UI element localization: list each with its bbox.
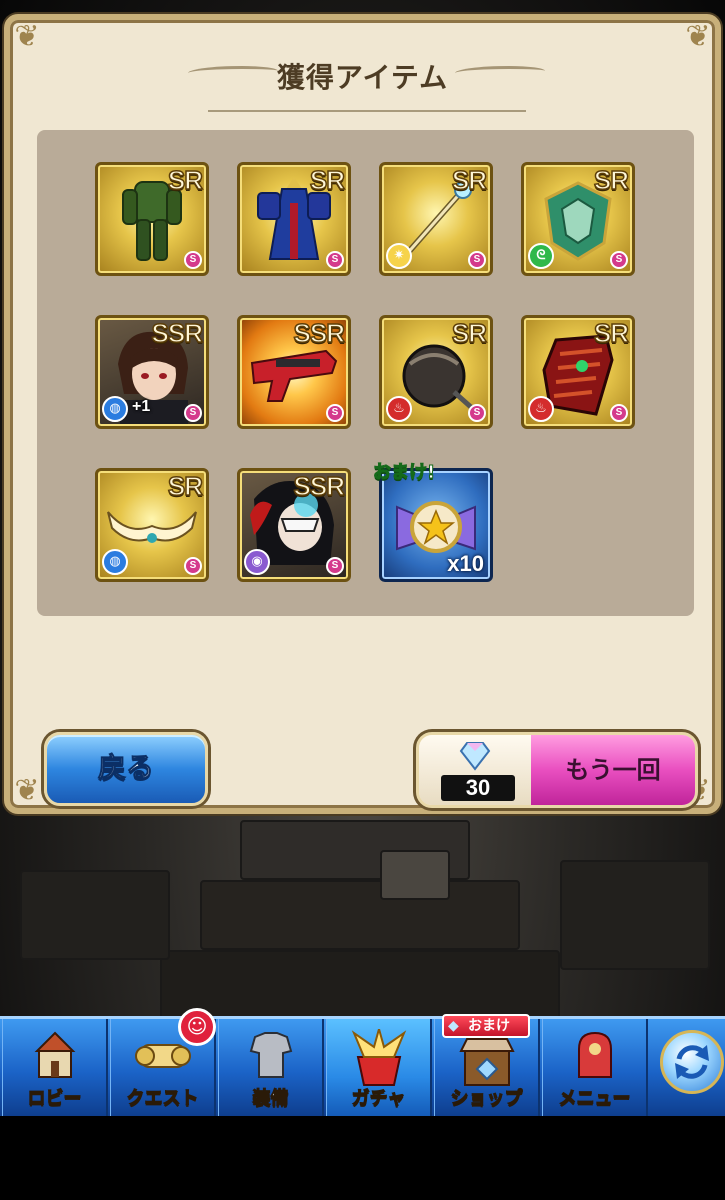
item-card[interactable]: SSR ◉ S [237, 468, 351, 582]
dark-element-icon: ◉ [244, 549, 270, 575]
gem-icon: ◆ [448, 1018, 459, 1034]
draw-again-button[interactable]: 30 もう一回 [416, 732, 698, 808]
nav-label: ガチャ [351, 1088, 406, 1110]
refresh-button[interactable] [660, 1030, 724, 1094]
armor-icon [249, 1032, 292, 1078]
s-badge: S [326, 251, 344, 269]
water-element-icon: ◍ [102, 396, 128, 422]
cost-value: 30 [465, 775, 491, 800]
shop-ribbon-label: おまけ [468, 1018, 510, 1034]
item-card[interactable]: SR ♨ S [521, 315, 635, 429]
again-label-box: もう一回 [531, 735, 695, 805]
nav-item-equipment[interactable]: 装備 [218, 1019, 324, 1116]
rarity-label: SR [167, 471, 204, 502]
fire-element-icon: ♨ [528, 396, 554, 422]
nav-label: ショップ [450, 1088, 523, 1110]
cost-value-box: 30 [441, 775, 515, 801]
item-card[interactable]: SR S [237, 162, 351, 276]
back-button-label: 戻る [97, 751, 154, 785]
menu-icon [577, 1031, 612, 1078]
tiara-icon [107, 511, 197, 544]
rarity-label: SSR [293, 471, 346, 502]
ornament-corner-icon: ❦ [14, 773, 40, 808]
s-badge: S [610, 404, 628, 422]
rarity-label: SSR [293, 318, 346, 349]
bottom-black-bar [0, 1116, 725, 1200]
rarity-label: SSR [151, 318, 204, 349]
gem-icon [459, 742, 491, 771]
rarity-label: SR [451, 318, 488, 349]
ornament-corner-icon: ❦ [685, 19, 711, 54]
ornament-corner-icon: ❦ [14, 19, 40, 54]
item-card[interactable]: SSR S [237, 315, 351, 429]
refresh-icon [675, 1045, 709, 1079]
bonus-quantity: x10 [447, 551, 484, 576]
draw-again-label: もう一回 [565, 756, 661, 784]
item-grid: SR S SR S SR ✷ S SR ᘓ S SSR ◍ +1 S SSR S… [37, 130, 694, 616]
bonus-item-card[interactable]: x10 [379, 468, 493, 582]
s-badge: S [610, 251, 628, 269]
gacha-icon [351, 1029, 406, 1086]
acquired-items-dialog: ❦ ❦ ❦ ❦ 獲得アイテム SR S [4, 14, 721, 814]
s-badge: S [468, 251, 486, 269]
item-card[interactable]: SSR ◍ +1 S [95, 315, 209, 429]
wind-element-icon: ᘓ [528, 243, 554, 269]
shop-icon [458, 1038, 515, 1086]
s-badge: S [326, 404, 344, 422]
castle-icon [34, 1031, 75, 1078]
s-badge: S [184, 251, 202, 269]
back-button[interactable]: 戻る [44, 732, 208, 806]
light-element-icon: ✷ [386, 243, 412, 269]
cost-box: 30 [419, 735, 531, 805]
item-card[interactable]: SR ♨ S [379, 315, 493, 429]
water-element-icon: ◍ [102, 549, 128, 575]
bonus-tag: おまけ! [372, 462, 436, 484]
item-card[interactable]: SR ✷ S [379, 162, 493, 276]
nav-label: 装備 [252, 1088, 289, 1110]
nav-label: クエスト [126, 1088, 199, 1110]
bottom-nav: ロビー クエスト 装備 ガチャ ショップ メニュー [0, 1016, 725, 1116]
nav-label: メニュー [558, 1088, 631, 1110]
rarity-label: SR [451, 165, 488, 196]
item-card[interactable]: SR ᘓ S [521, 162, 635, 276]
s-badge: S [184, 557, 202, 575]
red-gun-icon [250, 350, 338, 403]
s-badge: S [326, 557, 344, 575]
title-divider [208, 110, 526, 112]
nav-label: ロビー [27, 1088, 82, 1110]
plus-bonus: +1 [132, 398, 151, 415]
nav-item-menu[interactable]: メニュー [542, 1019, 648, 1116]
shop-bonus-ribbon: ◆ おまけ [442, 1014, 530, 1038]
item-card[interactable]: SR ◍ S [95, 468, 209, 582]
s-badge: S [468, 404, 486, 422]
nav-item-gacha[interactable]: ガチャ [326, 1019, 432, 1116]
rarity-label: SR [593, 318, 630, 349]
s-badge: S [184, 404, 202, 422]
rarity-label: SR [593, 165, 630, 196]
dialog-title: 獲得アイテム [276, 61, 449, 94]
fire-element-icon: ♨ [386, 396, 412, 422]
title-wrap: 獲得アイテム [10, 56, 715, 96]
rarity-label: SR [309, 165, 346, 196]
nav-item-lobby[interactable]: ロビー [2, 1019, 108, 1116]
rarity-label: SR [167, 165, 204, 196]
item-card[interactable]: SR S [95, 162, 209, 276]
quest-notification-badge: ☺ [178, 1008, 216, 1046]
